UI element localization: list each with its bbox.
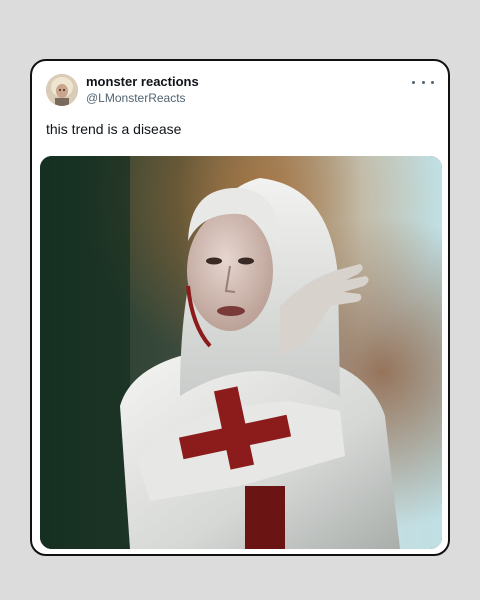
dot bbox=[412, 80, 415, 84]
more-horizontal-icon[interactable] bbox=[412, 75, 434, 89]
avatar-image bbox=[46, 74, 78, 106]
tweet-media[interactable] bbox=[40, 156, 442, 549]
avatar[interactable] bbox=[46, 74, 78, 106]
dot bbox=[421, 80, 425, 84]
author-info: monster reactions @LMonsterReacts bbox=[86, 74, 199, 106]
tweet-card[interactable]: monster reactions @LMonsterReacts this t… bbox=[30, 59, 450, 556]
dot bbox=[431, 80, 434, 84]
media-image bbox=[40, 156, 442, 549]
display-name[interactable]: monster reactions bbox=[86, 74, 199, 90]
tweet-text: this trend is a disease bbox=[46, 121, 182, 137]
tweet-header: monster reactions @LMonsterReacts bbox=[32, 61, 448, 121]
user-handle[interactable]: @LMonsterReacts bbox=[86, 90, 199, 106]
